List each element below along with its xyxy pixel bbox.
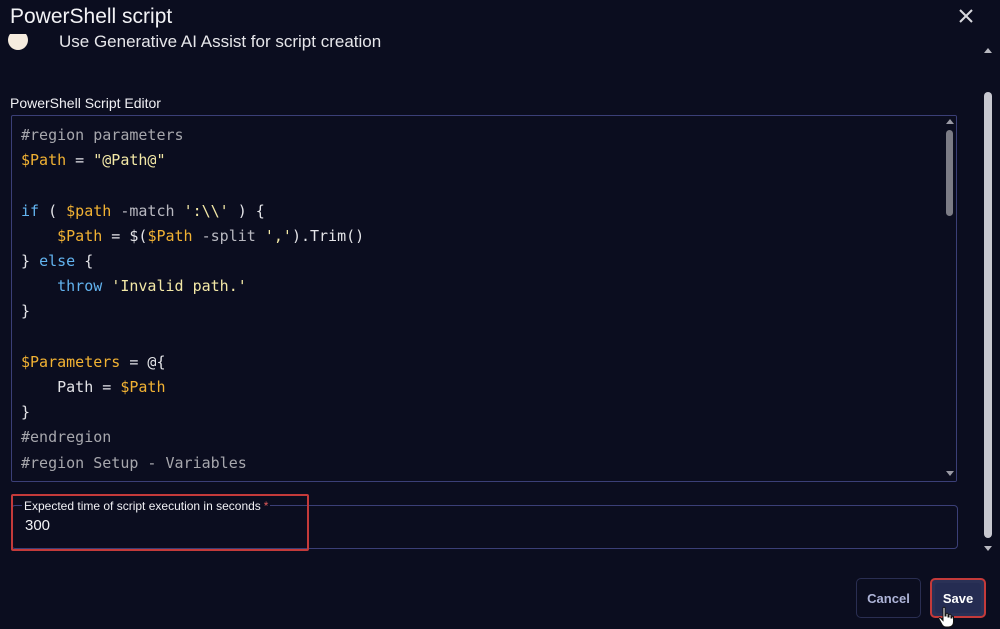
dialog-scrollbar[interactable] (983, 40, 993, 556)
code-line: } (21, 302, 31, 321)
save-button-label: Save (942, 590, 974, 606)
scroll-down-icon[interactable] (946, 471, 954, 476)
code-line: } else { (21, 252, 94, 271)
code-line: if ( $path -match ':\\' ) { (21, 201, 265, 220)
editor-scrollbar[interactable] (944, 116, 956, 481)
scroll-up-icon[interactable] (946, 119, 954, 124)
code-line: Path = $Path (21, 378, 166, 397)
code-line: #region parameters (21, 126, 184, 144)
code-line: $Path = "@Path@" (21, 151, 166, 170)
script-editor[interactable]: #region parameters $Path = "@Path@" if (… (11, 115, 957, 482)
scroll-down-icon[interactable] (984, 546, 992, 551)
code-line: $Path = $($Path -split ',').Trim() (57, 226, 365, 245)
script-code[interactable]: #region parameters $Path = "@Path@" if (… (21, 123, 364, 476)
close-icon[interactable] (956, 6, 976, 26)
code-line: throw 'Invalid path.' (57, 277, 247, 296)
ai-assist-toggle-row[interactable]: Use Generative AI Assist for script crea… (8, 34, 608, 58)
hand-cursor-icon (938, 606, 954, 628)
code-line: } (21, 403, 31, 422)
dialog-scroll-thumb[interactable] (984, 92, 992, 538)
dialog-title: PowerShell script (10, 5, 173, 28)
ai-assist-label: Use Generative AI Assist for script crea… (59, 34, 382, 51)
script-editor-label: PowerShell Script Editor (10, 95, 161, 111)
code-line: #region Setup - Variables (21, 453, 247, 472)
scroll-up-icon[interactable] (984, 48, 992, 53)
code-line: #endregion (21, 428, 112, 447)
powershell-script-dialog: PowerShell script Use Generative AI Assi… (0, 0, 1000, 629)
editor-scroll-thumb[interactable] (946, 130, 953, 216)
cancel-button[interactable]: Cancel (856, 578, 921, 618)
ai-assist-toggle[interactable] (8, 34, 28, 50)
code-line: $Parameters = @{ (21, 352, 166, 371)
execution-time-highlight (11, 494, 309, 551)
